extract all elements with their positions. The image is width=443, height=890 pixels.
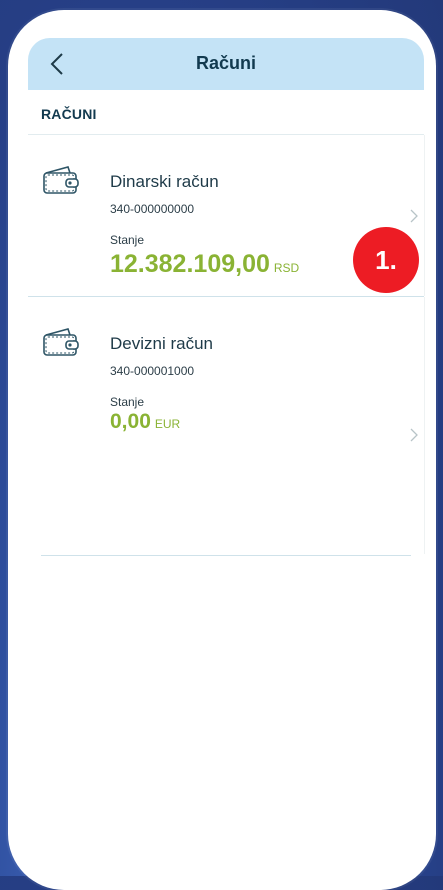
wallet-icon: [43, 166, 79, 194]
chevron-right-icon[interactable]: [408, 428, 420, 442]
account-name: Dinarski račun: [110, 172, 219, 191]
currency-code: RSD: [273, 261, 300, 275]
phone-screen: Računi RAČUNI Dinarski račun 340-0000000…: [8, 10, 436, 890]
balance-value: 12.382.109,00: [110, 250, 270, 278]
balance-amount: 12.382.109,00 RSD: [110, 250, 299, 279]
wallet-icon: [43, 328, 79, 356]
account-name: Devizni račun: [110, 334, 213, 353]
divider: [41, 555, 411, 556]
chevron-right-icon[interactable]: [408, 209, 420, 223]
currency-code: EUR: [154, 417, 181, 431]
balance-amount: 0,00 EUR: [110, 410, 180, 434]
account-number: 340-000001000: [110, 364, 195, 378]
balance-value: 0,00: [110, 410, 151, 433]
balance-label: Stanje: [110, 395, 145, 409]
account-card-devizni[interactable]: Devizni račun 340-000001000 Stanje 0,00 E…: [28, 297, 425, 554]
section-label: RAČUNI: [41, 106, 97, 122]
app-header: Računi: [28, 38, 424, 90]
account-number: 340-000000000: [110, 202, 195, 216]
balance-label: Stanje: [110, 233, 145, 247]
annotation-badge: 1.: [353, 227, 419, 293]
page-title: Računi: [195, 53, 256, 73]
